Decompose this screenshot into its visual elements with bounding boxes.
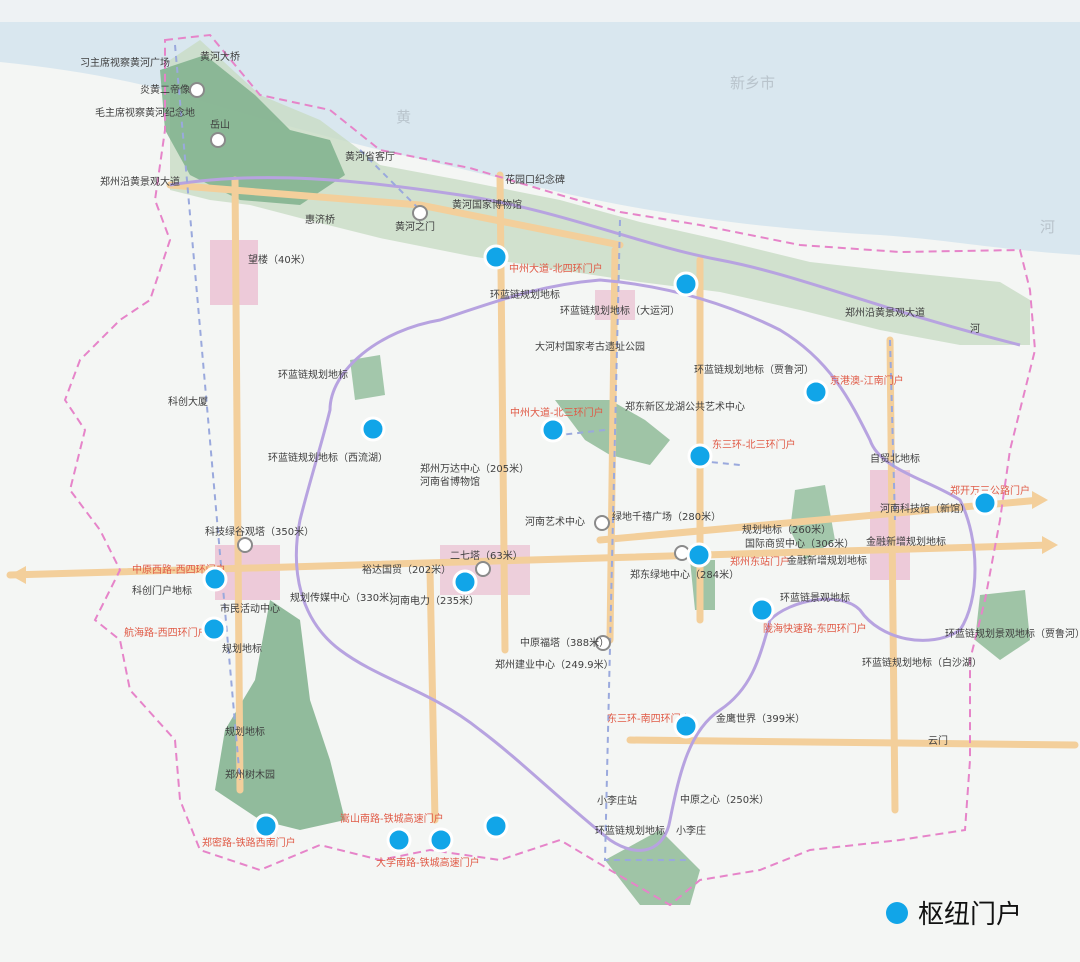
place-label: 小李庄站 (597, 794, 637, 807)
hub-marker (483, 244, 509, 270)
hub-marker (687, 443, 713, 469)
map-canvas: 习主席视察黄河广场 黄河大桥炎黄二帝像毛主席视察黄河纪念地岳山黄河省客厅郑州沿黄景… (0, 0, 1080, 962)
place-label: 嵩山南路-铁城高速门户 (340, 812, 444, 825)
place-label: 航海路-西四环门户 (124, 626, 208, 639)
place-label: 河南省博物馆 (420, 475, 480, 488)
place-label: 二七塔（63米） (450, 549, 523, 562)
place-label: 环蓝链规划地标（白沙湖） (862, 656, 982, 669)
place-label: 国际商贸中心（306米） (745, 537, 854, 550)
place-label: 科创大厦 (168, 395, 208, 408)
place-label: 小李庄 (676, 824, 706, 837)
place-label: 黄河之门 (395, 220, 435, 233)
legend-label: 枢纽门户 (918, 900, 1022, 930)
place-label: 河南电力（235米） (390, 594, 479, 607)
place-label: 黄河省客厅 (345, 150, 395, 163)
place-label: 黄 (396, 108, 411, 126)
place-label: 金鹰世界（399米） (716, 712, 805, 725)
place-label: 郑州树木园 (225, 768, 275, 781)
place-label: 东三环-北三环门户 (712, 438, 796, 451)
place-label: 河 (970, 323, 980, 335)
place-label: 大河村国家考古遗址公园 (535, 340, 645, 353)
place-label: 岳山 (210, 119, 230, 131)
hub-marker (673, 713, 699, 739)
place-label: 环蓝链规划景观地标（贾鲁河） (945, 627, 1080, 640)
place-label: 陇海快速路-东四环门户 (763, 622, 867, 635)
place-label: 自贸北地标 (870, 452, 920, 465)
place-label: 环蓝链规划地标（贾鲁河） (694, 363, 814, 376)
place-label: 中州大道-北四环门户 (509, 262, 603, 275)
place-label: 郑州建业中心（249.9米） (495, 658, 614, 671)
place-label: 郑州东站门户 (730, 555, 790, 568)
place-label: 郑东绿地中心（284米） (630, 568, 739, 581)
place-label: 环蓝链规划地标（大运河） (560, 304, 680, 317)
place-label: 规划传媒中心（330米） (290, 591, 399, 604)
place-label: 黄河大桥 (200, 50, 240, 63)
hub-marker (972, 490, 998, 516)
place-label: 中原福塔（388米） (520, 636, 609, 649)
hub-marker (803, 379, 829, 405)
hub-marker (483, 813, 509, 839)
place-label: 中原之心（250米） (680, 793, 769, 806)
place-label: 中州大道-北三环门户 (510, 406, 604, 419)
place-label: 毛主席视察黄河纪念地 (95, 106, 195, 119)
legend-hub-icon (886, 902, 908, 924)
place-label: 郑东新区龙湖公共艺术中心 (625, 400, 745, 413)
place-label: 郑州沿黄景观大道 (845, 306, 925, 319)
hub-marker (673, 271, 699, 297)
place-label: 金融新增规划地标 (787, 554, 867, 567)
place-label: 科创门户地标 (132, 584, 192, 597)
place-label: 裕达国贸（202米） (362, 563, 451, 576)
place-label: 新乡市 (730, 74, 775, 92)
place-label: 河南艺术中心 (525, 515, 585, 528)
hub-marker (452, 569, 478, 595)
hub-marker (540, 417, 566, 443)
place-label: 惠济桥 (305, 213, 335, 226)
place-label: 花园口纪念碑 (505, 173, 565, 186)
place-label: 郑州沿黄景观大道 (100, 175, 180, 188)
hub-marker (428, 827, 454, 853)
hub-marker (201, 616, 227, 642)
place-label: 郑密路-铁路西南门户 (202, 836, 296, 849)
place-label: 河南科技馆（新馆） (880, 502, 970, 515)
hub-marker (749, 597, 775, 623)
city-map: 习主席视察黄河广场 黄河大桥炎黄二帝像毛主席视察黄河纪念地岳山黄河省客厅郑州沿黄景… (0, 0, 1080, 962)
place-label: 科技绿谷观塔（350米） (205, 525, 314, 538)
place-label: 习主席视察黄河广场 (80, 56, 170, 69)
place-label: 规划地标（260米） (742, 523, 831, 536)
hub-marker (386, 827, 412, 853)
hub-marker (686, 542, 712, 568)
place-label: 市民活动中心 (220, 602, 280, 615)
place-label: 郑州万达中心（205米） (420, 462, 529, 475)
place-label: 规划地标 (225, 725, 265, 738)
hub-marker (360, 416, 386, 442)
place-label: 河 (1040, 218, 1055, 236)
place-label: 环蓝链规划地标 (278, 368, 348, 381)
place-label: 环蓝链景观地标 (780, 591, 850, 604)
hub-marker (202, 566, 228, 592)
place-label: 炎黄二帝像 (140, 83, 190, 96)
place-label: 金融新增规划地标 (866, 535, 946, 548)
place-label: 云门 (928, 734, 948, 747)
place-label: 黄河国家博物馆 (452, 198, 522, 211)
place-label: 环蓝链规划地标 (490, 288, 560, 301)
place-label: 环蓝链规划地标（西流湖） (268, 451, 388, 464)
place-label: 京港澳-江南门户 (830, 374, 904, 387)
place-label: 环蓝链规划地标 (595, 824, 665, 837)
place-label: 大学南路-铁城高速门户 (376, 856, 480, 869)
hub-marker (253, 813, 279, 839)
place-label: 望楼（40米） (248, 253, 311, 266)
place-label: 规划地标 (222, 642, 262, 655)
place-label: 绿地千禧广场（280米） (612, 510, 721, 523)
